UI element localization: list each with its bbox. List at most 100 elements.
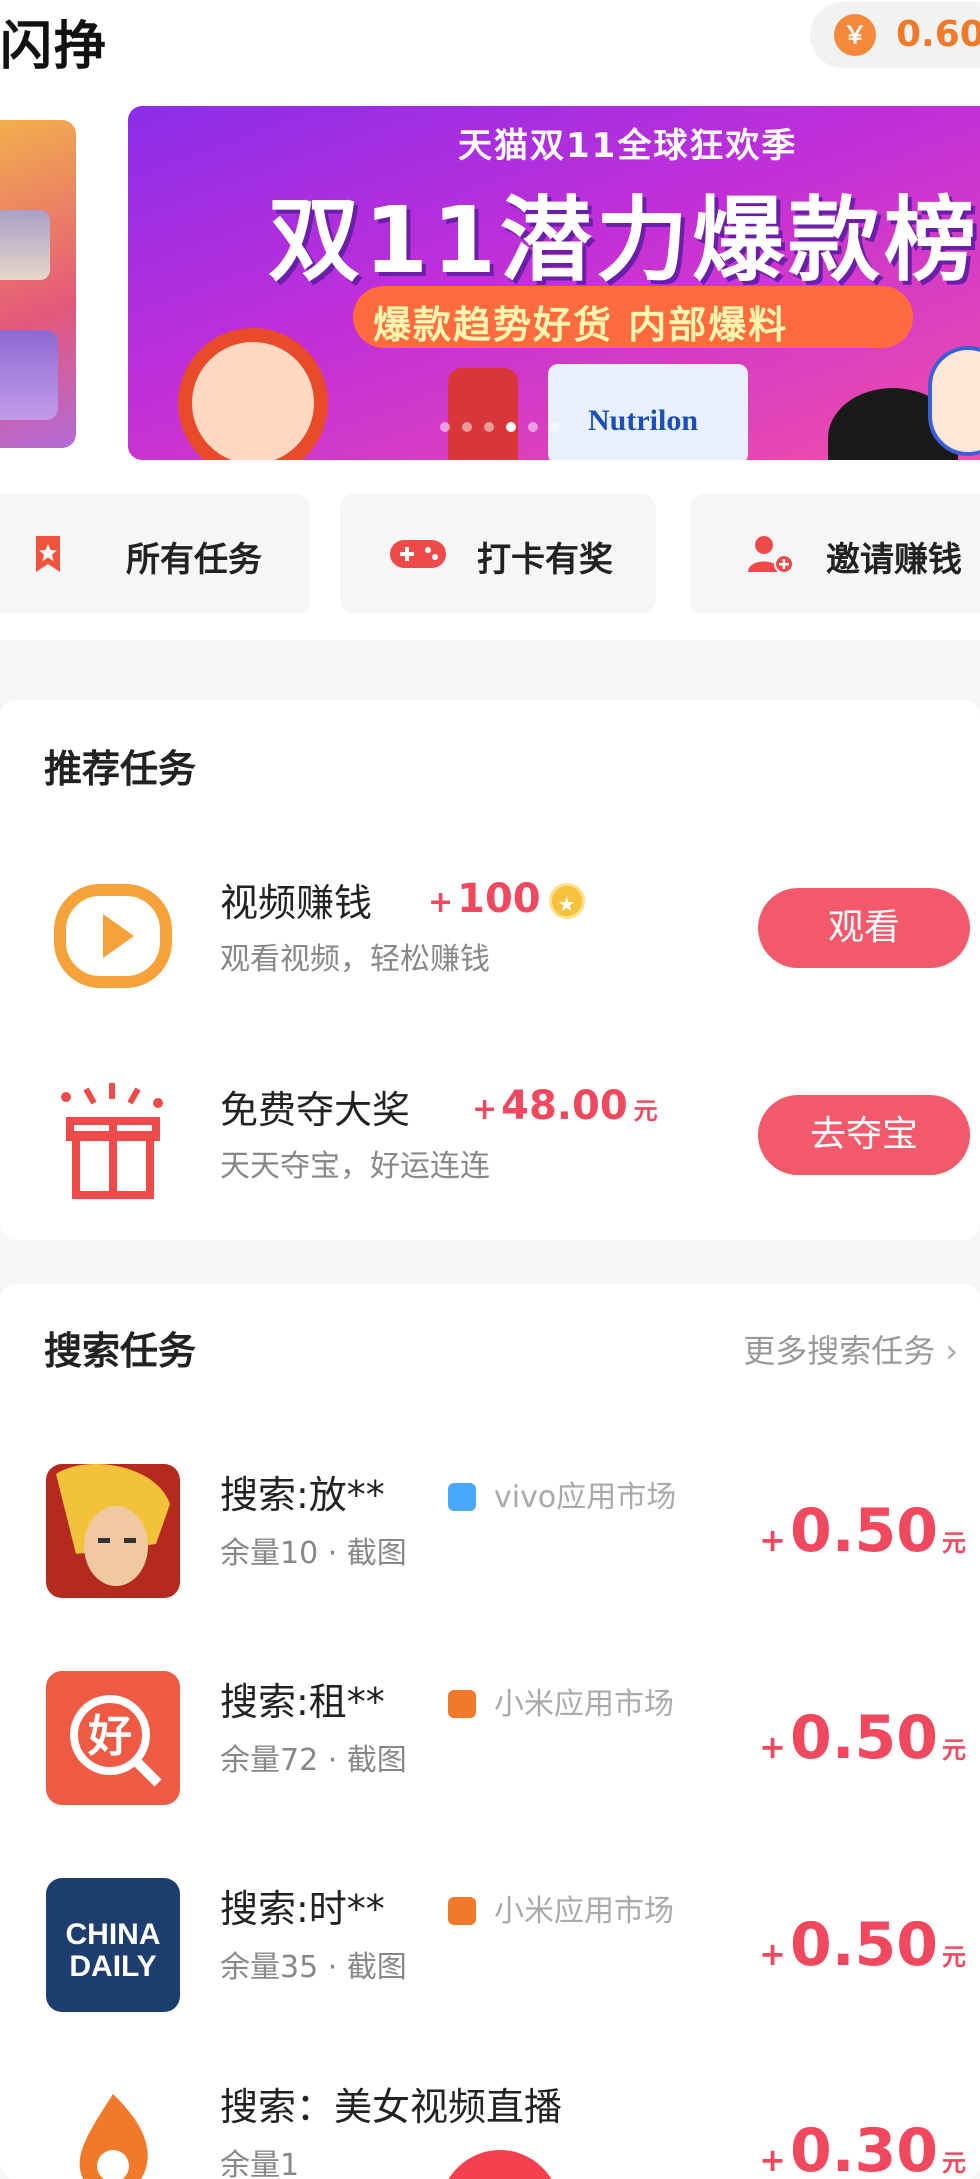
store-tag: 小米应用市场: [448, 1886, 674, 1930]
task-name: 视频赚钱: [220, 881, 373, 925]
task-name: 免费夺大奖: [220, 1088, 411, 1132]
section-title: 推荐任务: [44, 747, 197, 791]
quick-entry-label: 打卡有奖: [477, 540, 613, 580]
game-hero-icon: [46, 1464, 180, 1598]
store-name: 小米应用市场: [494, 1687, 674, 1722]
china-daily-icon: CHINA DAILY: [46, 1878, 180, 2012]
task-reward: +100 ★: [428, 876, 585, 922]
chevron-right-icon: ›: [945, 1332, 958, 1370]
mi-store-icon: [448, 1897, 476, 1925]
banner-top-line: 天猫双11全球狂欢季: [458, 126, 798, 166]
more-link-label: 更多搜索任务: [743, 1332, 936, 1370]
carousel-dot: [462, 422, 472, 432]
cosmetic-bottle-image: [0, 210, 50, 280]
reward-value: 100: [457, 876, 541, 922]
reward-plus: +: [428, 885, 454, 920]
app-title: 闪挣: [0, 17, 109, 77]
product-label: Nutrilon: [588, 404, 699, 437]
store-name: vivo应用市场: [494, 1480, 677, 1515]
task-description: 余量10 · 截图: [220, 1536, 407, 1571]
search-tasks-section: 搜索任务 更多搜索任务 › 搜索:放** vivo应用市场 余量10 · 截图 +…: [0, 1284, 980, 2179]
search-reward: +0.50 元: [759, 1496, 966, 1566]
play-video-icon: [46, 868, 180, 1002]
quick-entry-invite[interactable]: 邀请赚钱: [690, 494, 980, 614]
task-description: 余量35 · 截图: [220, 1950, 407, 1985]
product-bottle-image: [448, 368, 518, 460]
balance-pill[interactable]: ￥ 0.60: [810, 2, 980, 68]
hao-app-icon: 好: [46, 1671, 180, 1805]
recommended-tasks-section: 推荐任务 视频赚钱 +100 ★ 观看视频，轻松赚钱 观看 免费夺大奖 + 48…: [0, 700, 980, 1240]
reward-unit: 元: [942, 1943, 966, 1971]
carousel-dot-active: [506, 422, 516, 432]
task-description: 观看视频，轻松赚钱: [220, 942, 490, 977]
quick-entry-all-tasks[interactable]: 所有任务: [0, 494, 310, 614]
carousel-dot: [484, 422, 494, 432]
store-tag: 小米应用市场: [448, 1679, 674, 1723]
section-title: 搜索任务: [44, 1329, 197, 1373]
reward-plus: +: [759, 1521, 786, 1559]
product-box-image: Nutrilon: [548, 364, 748, 460]
yen-coin-icon: ￥: [834, 14, 876, 56]
task-name: 搜索:放**: [220, 1473, 385, 1517]
search-reward: +0.50 元: [759, 1910, 966, 1980]
quick-entry-label: 所有任务: [126, 540, 262, 580]
grab-prize-button[interactable]: 去夺宝: [758, 1095, 970, 1175]
watch-button[interactable]: 观看: [758, 888, 970, 968]
store-name: 小米应用市场: [494, 1894, 674, 1929]
task-description: 余量72 · 截图: [220, 1743, 407, 1778]
carousel-dots: [440, 422, 560, 432]
task-free-prize[interactable]: 免费夺大奖 +48.00 元 天天夺宝，好运连连 去夺宝: [0, 1055, 980, 1215]
task-video-earn[interactable]: 视频赚钱 +100 ★ 观看视频，轻松赚钱 观看: [0, 848, 980, 1008]
search-task-item[interactable]: CHINA DAILY 搜索:时** 小米应用市场 余量35 · 截图 +0.5…: [0, 1858, 980, 2058]
carousel-dot: [440, 422, 450, 432]
cosmetic-bottle-image: [0, 330, 58, 420]
search-reward: +0.30 元: [759, 2116, 966, 2179]
quick-entry-label: 邀请赚钱: [826, 540, 962, 580]
reward-unit: 元: [942, 2149, 966, 2177]
reward-plus: +: [759, 2141, 786, 2179]
task-name: 搜索：美女视频直播: [220, 2085, 563, 2129]
china-daily-text: CHINA: [66, 1918, 161, 1951]
reward-plus: +: [472, 1092, 498, 1127]
vivo-store-icon: [448, 1483, 476, 1511]
more-search-tasks-link[interactable]: 更多搜索任务 ›: [743, 1326, 958, 1372]
reward-plus: +: [759, 1935, 786, 1973]
store-tag: vivo应用市场: [448, 1472, 676, 1516]
task-name: 搜索:租**: [220, 1680, 385, 1724]
reward-unit: 元: [633, 1097, 658, 1125]
top-header: 闪挣 ￥ 0.60: [0, 0, 980, 92]
reward-value: 0.50: [789, 1703, 938, 1773]
reward-unit: 元: [942, 1736, 966, 1764]
banner-ribbon-text: 爆款趋势好货 内部爆料: [373, 303, 789, 347]
flame-app-icon: [46, 2076, 180, 2179]
task-name: 搜索:时**: [220, 1887, 385, 1931]
task-reward: +48.00 元: [472, 1083, 658, 1129]
banner-ribbon: 爆款趋势好货 内部爆料: [353, 286, 913, 348]
search-task-item[interactable]: 搜索:放** vivo应用市场 余量10 · 截图 +0.50 元: [0, 1444, 980, 1644]
reward-unit: 元: [942, 1529, 966, 1557]
carousel-dot: [550, 422, 560, 432]
banner-slide-previous[interactable]: [0, 120, 76, 448]
coin-icon: ★: [548, 883, 585, 919]
reward-value: 0.50: [789, 1910, 938, 1980]
reward-value: 48.00: [501, 1083, 628, 1129]
hao-glyph: 好: [87, 1711, 132, 1762]
app-screen: 闪挣 ￥ 0.60 天猫双11全球狂欢季 双11潜力爆款榜 爆款趋势好货 内部爆…: [0, 0, 980, 2179]
mi-store-icon: [448, 1690, 476, 1718]
invite-user-icon: [748, 536, 794, 574]
quick-entry-checkin[interactable]: 打卡有奖: [340, 494, 656, 614]
reward-value: 0.30: [789, 2116, 938, 2179]
task-description: 天天夺宝，好运连连: [220, 1149, 490, 1184]
carousel-dot: [528, 422, 538, 432]
bookmark-star-icon: [36, 536, 60, 572]
task-description: 余量1: [220, 2148, 300, 2179]
banner-carousel[interactable]: 天猫双11全球狂欢季 双11潜力爆款榜 爆款趋势好货 内部爆料 Nutrilon: [0, 92, 980, 480]
china-daily-text: DAILY: [69, 1950, 156, 1983]
search-task-item[interactable]: 好 搜索:租** 小米应用市场 余量72 · 截图 +0.50 元: [0, 1651, 980, 1851]
banner-headline: 双11潜力爆款榜: [268, 187, 980, 294]
gift-box-icon: [46, 1075, 180, 1209]
gamepad-icon: [390, 540, 446, 568]
banner-slide-current[interactable]: 天猫双11全球狂欢季 双11潜力爆款榜 爆款趋势好货 内部爆料 Nutrilon: [128, 106, 980, 460]
reward-plus: +: [759, 1728, 786, 1766]
pointing-hand-image: [928, 346, 980, 456]
